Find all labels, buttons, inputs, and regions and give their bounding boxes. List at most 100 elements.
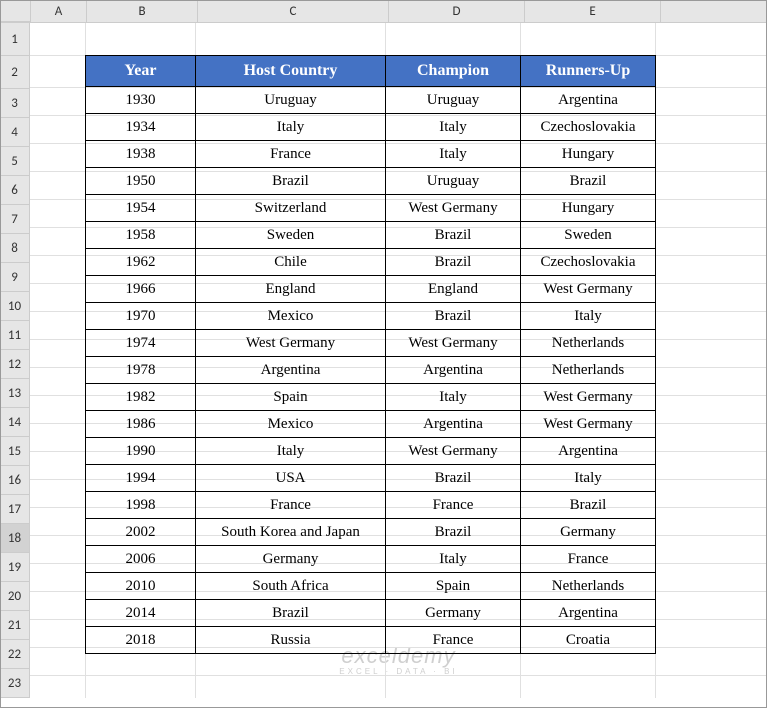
cell[interactable]: South Africa [196, 573, 386, 600]
row-header-3[interactable]: 3 [0, 89, 30, 118]
cell[interactable]: West Germany [521, 411, 656, 438]
row-header-4[interactable]: 4 [0, 118, 30, 147]
cell[interactable]: 1978 [86, 357, 196, 384]
cell[interactable]: West Germany [521, 276, 656, 303]
cell[interactable]: 1998 [86, 492, 196, 519]
cell[interactable]: England [386, 276, 521, 303]
cell[interactable]: Mexico [196, 411, 386, 438]
cell[interactable]: Czechoslovakia [521, 114, 656, 141]
cell[interactable]: 1954 [86, 195, 196, 222]
cell[interactable]: England [196, 276, 386, 303]
cell[interactable]: Argentina [196, 357, 386, 384]
cell[interactable]: Italy [196, 114, 386, 141]
grid-area[interactable]: exceldemy EXCEL · DATA · BI YearHost Cou… [30, 23, 767, 698]
row-header-1[interactable]: 1 [0, 23, 30, 56]
cell[interactable]: Argentina [521, 600, 656, 627]
row-header-2[interactable]: 2 [0, 56, 30, 89]
column-header-C[interactable]: C [198, 0, 389, 22]
cell[interactable]: Netherlands [521, 573, 656, 600]
table-header[interactable]: Runners-Up [521, 56, 656, 87]
cell[interactable]: West Germany [521, 384, 656, 411]
cell[interactable]: Italy [196, 438, 386, 465]
cell[interactable]: 1970 [86, 303, 196, 330]
cell[interactable]: Brazil [196, 600, 386, 627]
cell[interactable]: France [521, 546, 656, 573]
cell[interactable]: Germany [386, 600, 521, 627]
cell[interactable]: Germany [196, 546, 386, 573]
cell[interactable]: West Germany [196, 330, 386, 357]
cell[interactable]: France [386, 627, 521, 654]
row-header-7[interactable]: 7 [0, 205, 30, 234]
cell[interactable]: Argentina [386, 411, 521, 438]
cell[interactable]: South Korea and Japan [196, 519, 386, 546]
column-header-E[interactable]: E [525, 0, 661, 22]
row-header-17[interactable]: 17 [0, 495, 30, 524]
cell[interactable]: 2018 [86, 627, 196, 654]
column-header-D[interactable]: D [389, 0, 525, 22]
cell[interactable]: Brazil [521, 168, 656, 195]
row-header-11[interactable]: 11 [0, 321, 30, 350]
table-header[interactable]: Champion [386, 56, 521, 87]
cell[interactable]: Argentina [386, 357, 521, 384]
cell[interactable]: Argentina [521, 87, 656, 114]
cell[interactable]: Italy [386, 114, 521, 141]
cell[interactable]: Italy [386, 384, 521, 411]
cell[interactable]: Brazil [386, 249, 521, 276]
cell[interactable]: Italy [386, 546, 521, 573]
cell[interactable]: 1986 [86, 411, 196, 438]
cell[interactable]: Italy [521, 465, 656, 492]
cell[interactable]: 2014 [86, 600, 196, 627]
row-header-14[interactable]: 14 [0, 408, 30, 437]
cell[interactable]: 1958 [86, 222, 196, 249]
cell[interactable]: France [196, 141, 386, 168]
cell[interactable]: France [196, 492, 386, 519]
row-header-13[interactable]: 13 [0, 379, 30, 408]
cell[interactable]: 2006 [86, 546, 196, 573]
cell[interactable]: 1990 [86, 438, 196, 465]
row-header-12[interactable]: 12 [0, 350, 30, 379]
cell[interactable]: 1966 [86, 276, 196, 303]
cell[interactable]: Spain [196, 384, 386, 411]
cell[interactable]: Uruguay [386, 87, 521, 114]
cell[interactable]: Chile [196, 249, 386, 276]
row-header-16[interactable]: 16 [0, 466, 30, 495]
cell[interactable]: Netherlands [521, 357, 656, 384]
cell[interactable]: Brazil [521, 492, 656, 519]
row-header-5[interactable]: 5 [0, 147, 30, 176]
cell[interactable]: Czechoslovakia [521, 249, 656, 276]
cell[interactable]: West Germany [386, 195, 521, 222]
cell[interactable]: Hungary [521, 195, 656, 222]
cell[interactable]: Italy [386, 141, 521, 168]
cell[interactable]: Argentina [521, 438, 656, 465]
cell[interactable]: 1962 [86, 249, 196, 276]
cell[interactable]: Brazil [386, 222, 521, 249]
cell[interactable]: Germany [521, 519, 656, 546]
cell[interactable]: 2010 [86, 573, 196, 600]
cell[interactable]: Netherlands [521, 330, 656, 357]
cell[interactable]: 2002 [86, 519, 196, 546]
cell[interactable]: Uruguay [386, 168, 521, 195]
row-header-10[interactable]: 10 [0, 292, 30, 321]
cell[interactable]: Switzerland [196, 195, 386, 222]
cell[interactable]: Italy [521, 303, 656, 330]
cell[interactable]: 1994 [86, 465, 196, 492]
cell[interactable]: Sweden [521, 222, 656, 249]
table-header[interactable]: Host Country [196, 56, 386, 87]
column-header-B[interactable]: B [87, 0, 198, 22]
cell[interactable]: Uruguay [196, 87, 386, 114]
row-header-15[interactable]: 15 [0, 437, 30, 466]
cell[interactable]: Brazil [386, 519, 521, 546]
cell[interactable]: 1934 [86, 114, 196, 141]
table-header[interactable]: Year [86, 56, 196, 87]
row-header-8[interactable]: 8 [0, 234, 30, 263]
cell[interactable]: Russia [196, 627, 386, 654]
cell[interactable]: USA [196, 465, 386, 492]
row-header-6[interactable]: 6 [0, 176, 30, 205]
select-all-corner[interactable] [0, 0, 31, 22]
row-header-9[interactable]: 9 [0, 263, 30, 292]
cell[interactable]: 1982 [86, 384, 196, 411]
cell[interactable]: Hungary [521, 141, 656, 168]
cell[interactable]: Brazil [386, 303, 521, 330]
cell[interactable]: 1930 [86, 87, 196, 114]
cell[interactable]: Croatia [521, 627, 656, 654]
